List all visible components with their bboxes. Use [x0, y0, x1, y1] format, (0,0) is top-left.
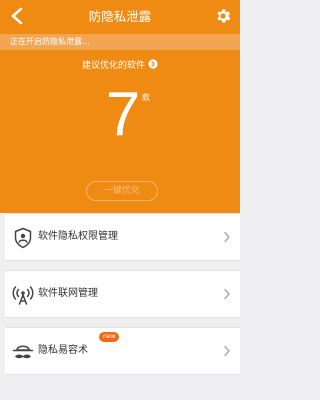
menu-item-network-manage[interactable]: 软件联网管理 [5, 270, 240, 318]
chevron-right-icon [222, 288, 232, 300]
page-title: 防隐私泄露 [88, 9, 152, 24]
back-button[interactable] [4, 3, 30, 29]
suggest-link[interactable]: 建议优化的软件 [0, 57, 240, 71]
title-bar: 防隐私泄露 [0, 0, 240, 33]
chevron-left-icon [11, 7, 23, 25]
new-badge: new [99, 332, 120, 342]
settings-button[interactable] [211, 4, 235, 28]
status-strip: 正在开启防隐私泄露... [0, 34, 240, 50]
shield-user-icon [11, 226, 35, 250]
gear-icon [217, 9, 231, 23]
suggest-label: 建议优化的软件 [81, 60, 145, 71]
one-click-optimize-button[interactable]: 一键优化 [86, 181, 158, 201]
network-antenna-icon [11, 283, 35, 307]
software-count: 7 [105, 80, 141, 149]
status-text: 正在开启防隐私泄露... [10, 37, 90, 46]
chevron-right-icon [222, 231, 232, 243]
menu-item-permission-manage[interactable]: 软件隐私权限管理 [5, 213, 240, 261]
menu-label: 软件隐私权限管理 [38, 231, 118, 242]
arrow-circle-right-icon [148, 59, 158, 69]
disguise-hat-mustache-icon [11, 340, 35, 364]
menu-label: 软件联网管理 [38, 288, 98, 299]
menu-label: 隐私易容术 [38, 345, 88, 356]
menu-item-privacy-disguise[interactable]: 隐私易容术 new [5, 327, 240, 375]
chevron-right-icon [222, 345, 232, 357]
count-unit: 款 [142, 93, 150, 102]
header-panel: 防隐私泄露 正在开启防隐私泄露... 建议优化的软件 7 款 一键优化 [0, 0, 240, 213]
